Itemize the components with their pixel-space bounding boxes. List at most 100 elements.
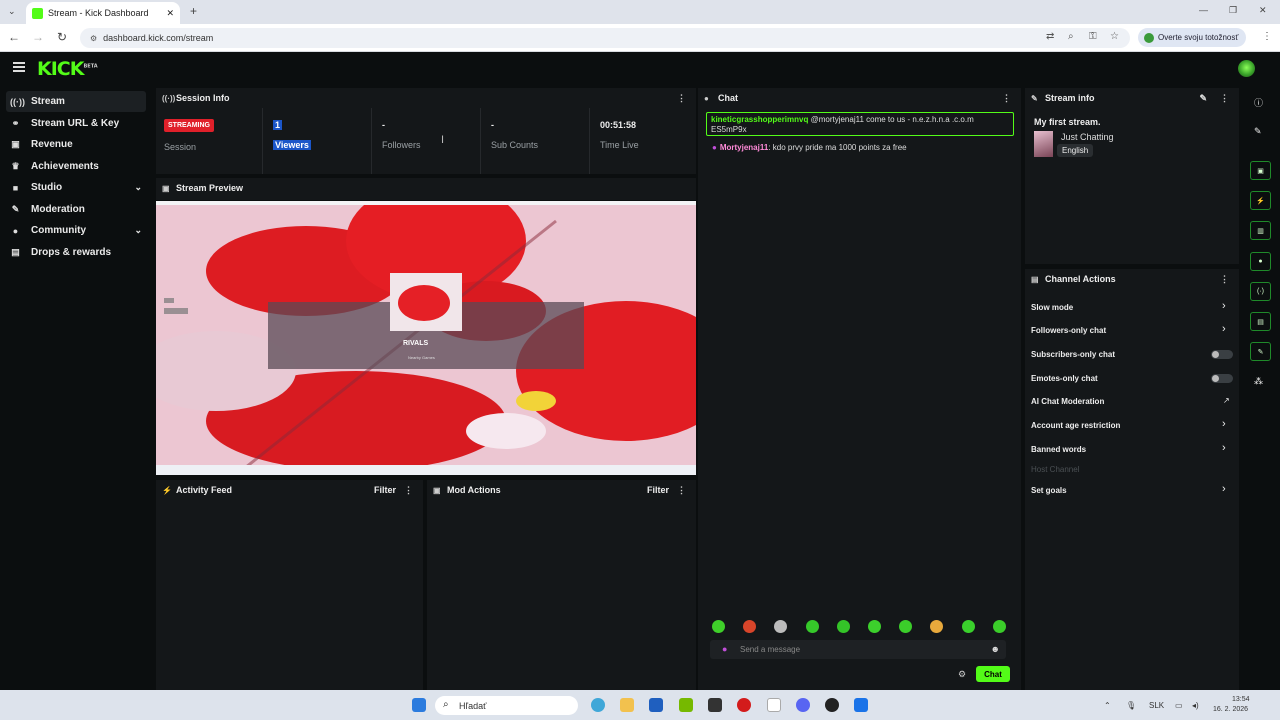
rail-channel-icon[interactable]: ▤ <box>1250 312 1271 331</box>
chevron-right-icon[interactable]: › <box>1222 418 1226 430</box>
chat-message[interactable]: ● Mortyjenaj11: kdo prvy pride ma 1000 po… <box>712 143 1017 153</box>
channel-action-slow-mode[interactable]: Slow mode <box>1031 299 1231 315</box>
nvidia-icon[interactable] <box>679 698 693 712</box>
emote-icon[interactable] <box>712 620 725 633</box>
emote-icon[interactable] <box>743 620 757 633</box>
zoom-icon[interactable]: ⌕ <box>1068 31 1074 42</box>
chevron-down-icon[interactable]: ⌄ <box>134 182 142 193</box>
forward-icon[interactable]: → <box>30 30 46 44</box>
mic-icon[interactable]: ● <box>722 644 727 654</box>
emote-icon[interactable] <box>961 620 975 633</box>
emote-icon[interactable] <box>805 620 819 633</box>
back-icon[interactable]: ← <box>6 30 22 44</box>
more-options-icon[interactable]: ⋮ <box>677 93 686 104</box>
password-key-icon[interactable]: ⚿ <box>1089 31 1097 42</box>
chat-message[interactable]: kineticgrasshopperimnvq @mortyjenaj11 co… <box>706 112 1014 136</box>
browser-menu-icon[interactable]: ⋮ <box>1262 31 1272 42</box>
tray-expand-icon[interactable]: ⌃ <box>1104 701 1111 710</box>
chevron-right-icon[interactable]: › <box>1222 300 1226 312</box>
emote-icon[interactable] <box>836 620 850 633</box>
sidebar-item-revenue[interactable]: ▣ Revenue <box>6 134 146 155</box>
edge-browser-icon[interactable] <box>591 698 605 712</box>
file-explorer-icon[interactable] <box>620 698 634 712</box>
store-icon[interactable] <box>649 698 663 712</box>
sidebar-item-studio[interactable]: ■ Studio ⌄ <box>6 177 146 198</box>
external-link-icon[interactable]: ↗ <box>1223 396 1230 405</box>
chat-username[interactable]: Mortyjenaj11 <box>720 143 768 152</box>
clock-date[interactable]: 16. 2. 2026 <box>1213 706 1248 713</box>
menu-icon[interactable] <box>13 62 25 74</box>
channel-action-set-goals[interactable]: Set goals <box>1031 482 1231 498</box>
chevron-right-icon[interactable]: › <box>1222 442 1226 454</box>
rail-lightning-icon[interactable]: ⚡ <box>1250 191 1271 210</box>
rail-preview-icon[interactable]: ▣ <box>1250 161 1271 180</box>
channel-action-subscribers-only-chat[interactable]: Subscribers-only chat <box>1031 346 1231 362</box>
verify-identity-chip[interactable]: Overte svoju totožnosť <box>1138 28 1246 47</box>
emote-icon[interactable] <box>899 620 913 633</box>
send-chat-button[interactable]: Chat <box>976 666 1010 682</box>
url-field[interactable]: ⚙ dashboard.kick.com/stream <box>80 28 1130 48</box>
close-window-button[interactable]: ✕ <box>1259 5 1267 16</box>
chevron-right-icon[interactable]: › <box>1222 483 1226 495</box>
channel-action-ai-chat-moderation[interactable]: AI Chat Moderation <box>1031 393 1231 409</box>
channel-action-followers-only-chat[interactable]: Followers-only chat <box>1031 322 1231 338</box>
sidebar-item-community[interactable]: ● Community ⌄ <box>6 220 146 241</box>
clock-time[interactable]: 13:54 <box>1232 696 1250 703</box>
category-name[interactable]: Just Chatting <box>1061 132 1114 142</box>
rail-broadcast-icon[interactable]: (·) <box>1250 282 1271 301</box>
emoji-icon[interactable]: ☻ <box>991 644 1000 654</box>
activity-filter-button[interactable]: Filter <box>374 485 396 495</box>
minimize-button[interactable]: — <box>1199 5 1208 15</box>
emote-icon[interactable] <box>774 620 788 633</box>
chat-input[interactable]: ● Send a message ☻ <box>710 640 1006 659</box>
notepad-icon[interactable] <box>767 698 781 712</box>
add-widget-icon[interactable]: ⁂ <box>1254 376 1263 387</box>
more-options-icon[interactable]: ⋮ <box>1220 274 1229 285</box>
toggle-switch[interactable] <box>1211 374 1233 383</box>
tab-list-icon[interactable]: ⌄ <box>8 6 16 17</box>
rail-notes-icon[interactable]: ▥ <box>1250 221 1271 240</box>
windows-start-icon[interactable] <box>412 698 426 712</box>
stream-preview-video[interactable]: RIVALS Nearby Games <box>156 201 696 475</box>
close-tab-icon[interactable]: ✕ <box>166 8 174 19</box>
info-icon[interactable]: ⓘ <box>1254 96 1263 109</box>
mod-filter-button[interactable]: Filter <box>647 485 669 495</box>
chevron-right-icon[interactable]: › <box>1222 323 1226 335</box>
toggle-switch[interactable] <box>1211 350 1233 359</box>
reload-icon[interactable]: ↻ <box>54 30 70 44</box>
kick-logo[interactable]: KICKBETA <box>37 58 98 80</box>
sidebar-item-stream[interactable]: ((·)) Stream <box>6 91 146 112</box>
microphone-icon[interactable]: 🎙 <box>1126 701 1136 710</box>
maximize-button[interactable]: ❐ <box>1229 5 1237 16</box>
emote-icon[interactable] <box>992 620 1006 633</box>
bookmark-star-icon[interactable]: ☆ <box>1110 31 1119 42</box>
app-icon[interactable] <box>825 698 839 712</box>
more-options-icon[interactable]: ⋮ <box>1220 93 1229 104</box>
channel-action-account-age-restriction[interactable]: Account age restriction <box>1031 417 1231 433</box>
emote-icon[interactable] <box>930 620 944 633</box>
volume-icon[interactable]: ◂) <box>1192 701 1199 710</box>
edit-pencil-icon[interactable]: ✎ <box>1199 93 1207 104</box>
language-indicator[interactable]: SLK <box>1149 701 1164 710</box>
capcut-icon[interactable] <box>708 698 722 712</box>
rail-wrench-icon[interactable]: ✎ <box>1250 342 1271 361</box>
sidebar-item-moderation[interactable]: ✎ Moderation <box>6 199 146 220</box>
sidebar-item-stream-url-key[interactable]: ⚭ Stream URL & Key <box>6 113 146 134</box>
sidebar-item-drops-rewards[interactable]: ▤ Drops & rewards <box>6 242 146 263</box>
sidebar-item-achievements[interactable]: ♛ Achievements <box>6 156 146 177</box>
edit-icon[interactable]: ✎ <box>1254 126 1262 137</box>
taskbar-search[interactable]: ⌕ Hľadať <box>435 696 578 715</box>
emote-icon[interactable] <box>868 620 881 633</box>
browser-tab[interactable]: Stream - Kick Dashboard ✕ <box>26 2 180 24</box>
chevron-down-icon[interactable]: ⌄ <box>134 225 142 236</box>
network-icon[interactable]: ▭ <box>1175 701 1183 710</box>
rail-chat-icon[interactable]: ● <box>1250 252 1271 271</box>
translate-icon[interactable]: ⇄ <box>1046 31 1054 42</box>
site-info-icon[interactable]: ⚙ <box>90 34 97 43</box>
chrome-window-icon[interactable] <box>854 698 868 712</box>
user-avatar[interactable] <box>1238 60 1255 77</box>
channel-action-emotes-only-chat[interactable]: Emotes-only chat <box>1031 370 1231 386</box>
more-options-icon[interactable]: ⋮ <box>1002 93 1011 104</box>
chat-username[interactable]: kineticgrasshopperimnvq <box>711 115 808 124</box>
discord-icon[interactable] <box>796 698 810 712</box>
